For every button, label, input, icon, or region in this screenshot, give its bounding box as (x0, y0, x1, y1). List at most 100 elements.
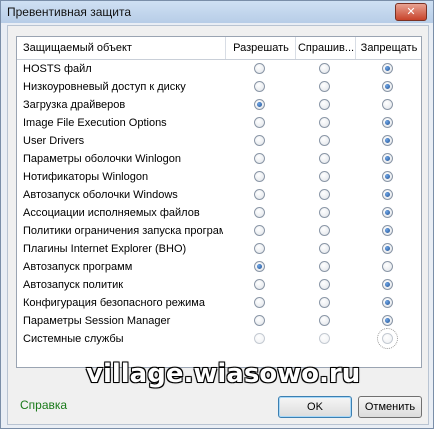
radio-ask[interactable] (319, 207, 330, 218)
radio-allow[interactable] (254, 135, 265, 146)
radio-deny[interactable] (382, 171, 393, 182)
cell-allow (225, 96, 295, 114)
radio-allow[interactable] (254, 99, 265, 110)
radio-ask[interactable] (319, 315, 330, 326)
cell-ask (295, 294, 355, 312)
radio-ask[interactable] (319, 243, 330, 254)
cell-ask (295, 330, 355, 348)
radio-ask[interactable] (319, 81, 330, 92)
protected-object-label: Image File Execution Options (23, 117, 167, 129)
table-row: Image File Execution Options (17, 114, 421, 132)
radio-deny[interactable] (382, 261, 393, 272)
radio-deny[interactable] (382, 153, 393, 164)
protected-object-label: Плагины Internet Explorer (BHO) (23, 243, 187, 255)
radio-allow[interactable] (254, 243, 265, 254)
close-button[interactable]: ✕ (395, 3, 427, 21)
radio-allow[interactable] (254, 171, 265, 182)
radio-deny[interactable] (382, 189, 393, 200)
radio-allow[interactable] (254, 261, 265, 272)
column-header-deny[interactable]: Запрещать (355, 37, 422, 59)
close-icon: ✕ (406, 6, 416, 18)
radio-deny[interactable] (382, 99, 393, 110)
cell-deny (355, 186, 421, 204)
radio-deny[interactable] (382, 81, 393, 92)
cell-ask (295, 222, 355, 240)
radio-deny[interactable] (377, 328, 398, 349)
table-row: Автозапуск программ (17, 258, 421, 276)
radio-ask[interactable] (319, 135, 330, 146)
table-row: Параметры оболочки Winlogon (17, 150, 421, 168)
protected-object-label: Низкоуровневый доступ к диску (23, 81, 186, 93)
ok-button[interactable]: OK (278, 396, 352, 418)
column-header-object[interactable]: Защищаемый объект (23, 37, 223, 59)
cell-allow (225, 132, 295, 150)
table-row: Плагины Internet Explorer (BHO) (17, 240, 421, 258)
radio-ask[interactable] (319, 99, 330, 110)
radio-deny[interactable] (382, 297, 393, 308)
radio-allow[interactable] (254, 315, 265, 326)
radio-deny[interactable] (382, 63, 393, 74)
cell-deny (355, 222, 421, 240)
radio-allow[interactable] (254, 333, 265, 344)
cell-deny (355, 294, 421, 312)
radio-allow[interactable] (254, 117, 265, 128)
table-row: Конфигурация безопасного режима (17, 294, 421, 312)
radio-allow[interactable] (254, 189, 265, 200)
radio-allow[interactable] (254, 153, 265, 164)
radio-allow[interactable] (254, 63, 265, 74)
cell-deny (355, 60, 421, 78)
protected-object-label: Нотификаторы Winlogon (23, 171, 149, 183)
radio-ask[interactable] (319, 279, 330, 290)
cell-deny (355, 312, 421, 330)
cell-allow (225, 168, 295, 186)
cell-allow (225, 276, 295, 294)
radio-allow[interactable] (254, 279, 265, 290)
protected-object-label: Параметры оболочки Winlogon (23, 153, 182, 165)
column-header-ask[interactable]: Спрашив... (295, 37, 356, 59)
cell-ask (295, 204, 355, 222)
cell-allow (225, 222, 295, 240)
cell-allow (225, 240, 295, 258)
cell-ask (295, 96, 355, 114)
help-link[interactable]: Справка (20, 398, 67, 412)
table-row: Низкоуровневый доступ к диску (17, 78, 421, 96)
radio-allow[interactable] (254, 207, 265, 218)
cell-ask (295, 132, 355, 150)
cell-deny (355, 328, 421, 349)
cell-allow (225, 258, 295, 276)
cell-ask (295, 240, 355, 258)
radio-allow[interactable] (254, 81, 265, 92)
cell-allow (225, 60, 295, 78)
radio-deny[interactable] (382, 117, 393, 128)
table-row: Параметры Session Manager (17, 312, 421, 330)
title-bar: Превентивная защита ✕ (1, 1, 433, 23)
cell-deny (355, 132, 421, 150)
column-header-allow[interactable]: Разрешать (225, 37, 296, 59)
radio-deny[interactable] (382, 207, 393, 218)
cell-deny (355, 168, 421, 186)
radio-ask[interactable] (319, 153, 330, 164)
protection-table: Защищаемый объект Разрешать Спрашив... З… (16, 36, 422, 368)
radio-allow[interactable] (254, 225, 265, 236)
radio-ask[interactable] (319, 333, 330, 344)
cell-ask (295, 186, 355, 204)
radio-deny[interactable] (382, 279, 393, 290)
radio-ask[interactable] (319, 297, 330, 308)
radio-ask[interactable] (319, 117, 330, 128)
radio-deny[interactable] (382, 135, 393, 146)
radio-deny[interactable] (382, 315, 393, 326)
radio-ask[interactable] (319, 225, 330, 236)
cell-allow (225, 150, 295, 168)
radio-ask[interactable] (319, 189, 330, 200)
radio-allow[interactable] (254, 297, 265, 308)
radio-ask[interactable] (319, 261, 330, 272)
cancel-button[interactable]: Отменить (358, 396, 422, 418)
table-rows: HOSTS файл Низкоуровневый доступ к диску З… (17, 60, 421, 349)
radio-deny[interactable] (382, 243, 393, 254)
radio-ask[interactable] (319, 171, 330, 182)
radio-deny[interactable] (382, 225, 393, 236)
radio-ask[interactable] (319, 63, 330, 74)
protected-object-label: User Drivers (23, 135, 85, 147)
protected-object-label: HOSTS файл (23, 63, 92, 75)
protected-object-label: Параметры Session Manager (23, 315, 171, 327)
